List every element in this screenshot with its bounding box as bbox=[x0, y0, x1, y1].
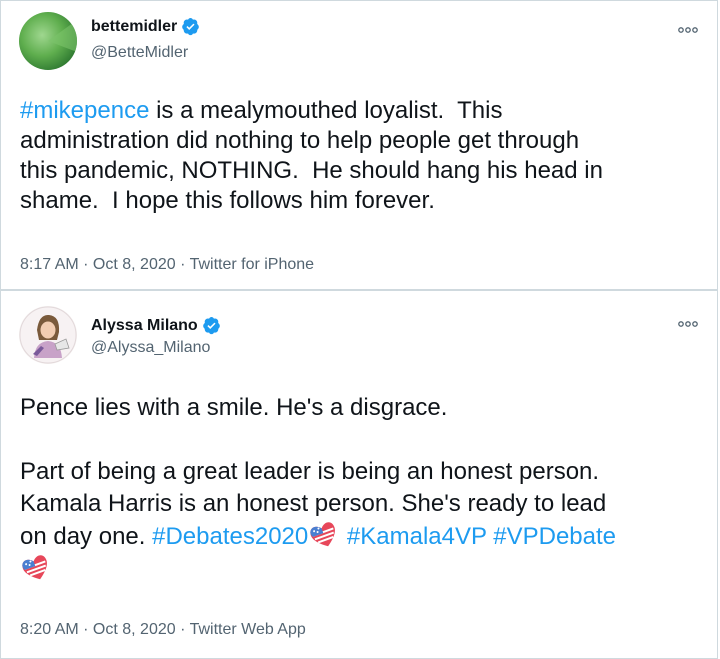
hashtag-link[interactable]: #Debates2020 bbox=[152, 523, 308, 550]
tweet-text-line: Pence lies with a smile. He's a disgrace… bbox=[20, 394, 448, 421]
handle[interactable]: @Alyssa_Milano bbox=[91, 339, 210, 357]
tweet-text: #mikepence is a mealymouthed loyalist. T… bbox=[20, 96, 693, 216]
tweet-timestamp[interactable]: 8:20 AM · Oct 8, 2020 · Twitter Web App bbox=[20, 621, 306, 639]
tweet-text-line: Kamala Harris is an honest person. She's… bbox=[20, 490, 607, 517]
tweet-text-line: this pandemic, NOTHING. He should hang h… bbox=[20, 157, 603, 184]
tweet-text-line: Part of being a great leader is being an… bbox=[20, 458, 600, 485]
tweet-text-line: shame. I hope this follows him forever. bbox=[20, 187, 435, 214]
tweet-text-line: on day one. bbox=[20, 523, 153, 550]
avatar[interactable] bbox=[19, 12, 77, 70]
display-name[interactable]: bettemidler bbox=[91, 18, 177, 36]
tweet-card[interactable]: bettemidler @BetteMidler #mikepence is a… bbox=[0, 0, 718, 290]
handle[interactable]: @BetteMidler bbox=[91, 44, 188, 62]
hashtag-link[interactable]: #mikepence bbox=[20, 97, 149, 124]
more-options-icon[interactable] bbox=[677, 319, 699, 329]
tweet-card[interactable]: Alyssa Milano @Alyssa_Milano Pence lies … bbox=[0, 290, 718, 659]
tweet-text-line: administration did nothing to help peopl… bbox=[20, 127, 580, 154]
tweet-text: Pence lies with a smile. He's a disgrace… bbox=[20, 392, 693, 586]
avatar[interactable] bbox=[19, 306, 77, 364]
hashtag-link[interactable]: #Kamala4VP bbox=[347, 523, 487, 550]
more-options-icon[interactable] bbox=[677, 25, 699, 35]
heart-flag-emoji-icon bbox=[22, 555, 47, 580]
tweet-timestamp[interactable]: 8:17 AM · Oct 8, 2020 · Twitter for iPho… bbox=[20, 256, 314, 274]
tweet-text-line: is a mealymouthed loyalist. This bbox=[149, 97, 503, 124]
display-name[interactable]: Alyssa Milano bbox=[91, 317, 198, 335]
heart-flag-emoji-icon bbox=[310, 522, 336, 547]
hashtag-link[interactable]: #VPDebate bbox=[493, 523, 616, 550]
verified-badge-icon bbox=[202, 316, 220, 335]
verified-badge-icon bbox=[182, 17, 200, 36]
